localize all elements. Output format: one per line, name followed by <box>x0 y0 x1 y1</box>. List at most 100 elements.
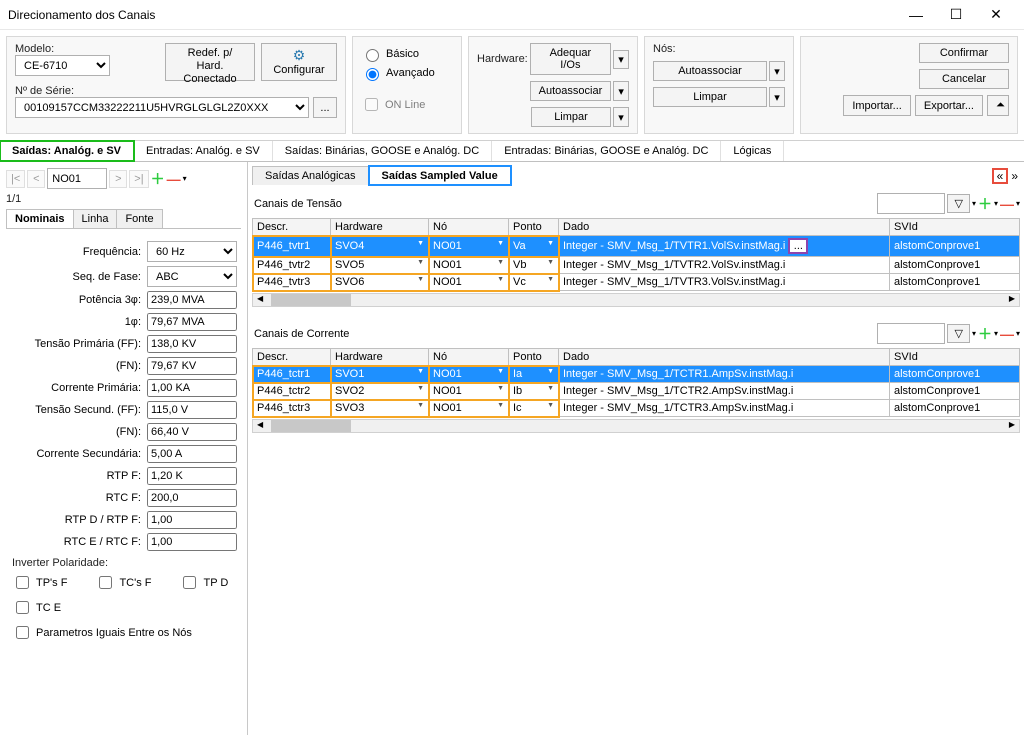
tensao-filter-button[interactable]: ▽ <box>947 194 969 213</box>
tps-f-checkbox[interactable] <box>16 576 29 589</box>
tab-entradas-analog-sv[interactable]: Entradas: Analóg. e SV <box>134 141 273 161</box>
cell-no[interactable]: NO01▼ <box>429 383 509 400</box>
cell-dado[interactable]: Integer - SMV_Msg_1/TVTR2.VolSv.instMag.… <box>559 257 890 274</box>
col-hardware[interactable]: Hardware <box>331 219 429 236</box>
cell-dado[interactable]: Integer - SMV_Msg_1/TVTR3.VolSv.instMag.… <box>559 274 890 291</box>
col-ponto[interactable]: Ponto <box>509 349 559 366</box>
cell-ponto[interactable]: Ib▼ <box>509 383 559 400</box>
hw-limpar-button[interactable]: Limpar <box>531 107 611 127</box>
nos-limpar-dropdown[interactable]: ▾ <box>769 87 785 107</box>
cell-dado[interactable]: Integer - SMV_Msg_1/TCTR3.AmpSv.instMag.… <box>559 400 890 417</box>
collapse-left-button[interactable]: « <box>993 169 1008 183</box>
adequar-ios-dropdown[interactable]: ▾ <box>613 50 629 69</box>
tab-saidas-binarias[interactable]: Saídas: Binárias, GOOSE e Analóg. DC <box>273 141 492 161</box>
cell-descr[interactable]: P446_tctr3 <box>253 400 331 417</box>
hw-limpar-dropdown[interactable]: ▾ <box>613 107 629 127</box>
cell-svid[interactable]: alstomConprove1 <box>890 400 1020 417</box>
tpff-input[interactable] <box>147 335 237 353</box>
col-ponto[interactable]: Ponto <box>509 219 559 236</box>
serial-select[interactable]: 00109157CCM33222211U5HVRGLGLGL2Z0XXX <box>15 97 309 118</box>
cell-descr[interactable]: P446_tvtr3 <box>253 274 331 291</box>
cell-no[interactable]: NO01▼ <box>429 274 509 291</box>
cs-input[interactable] <box>147 445 237 463</box>
model-select[interactable]: CE-6710 <box>15 55 110 76</box>
cell-svid[interactable]: alstomConprove1 <box>890 257 1020 274</box>
importar-button[interactable]: Importar... <box>843 95 911 116</box>
corrente-remove-button[interactable]: — <box>1000 326 1014 342</box>
cell-hardware[interactable]: SVO5▼ <box>331 257 429 274</box>
cell-hardware[interactable]: SVO2▼ <box>331 383 429 400</box>
cell-no[interactable]: NO01▼ <box>429 257 509 274</box>
tab-logicas[interactable]: Lógicas <box>721 141 784 161</box>
radio-avancado[interactable] <box>366 68 379 81</box>
cancelar-button[interactable]: Cancelar <box>919 69 1009 89</box>
cell-descr[interactable]: P446_tvtr2 <box>253 257 331 274</box>
tensao-filter-input[interactable] <box>877 193 945 214</box>
tpfn-input[interactable] <box>147 357 237 375</box>
tsff-input[interactable] <box>147 401 237 419</box>
cell-dado[interactable]: Integer - SMV_Msg_1/TVTR1.VolSv.instMag.… <box>559 236 890 257</box>
table-row[interactable]: P446_tvtr1SVO4▼NO01▼Va▼Integer - SMV_Msg… <box>253 236 1020 257</box>
cell-dado[interactable]: Integer - SMV_Msg_1/TCTR1.AmpSv.instMag.… <box>559 366 890 383</box>
hw-autoassociar-button[interactable]: Autoassociar <box>530 81 612 101</box>
tensao-add-button[interactable]: ＋ <box>978 194 992 214</box>
confirmar-button[interactable]: Confirmar <box>919 43 1009 63</box>
tp-d-checkbox[interactable] <box>183 576 196 589</box>
subtab-fonte[interactable]: Fonte <box>116 209 162 228</box>
tab-saidas-analog-sv[interactable]: Saídas: Analóg. e SV <box>0 141 134 161</box>
node-next-button[interactable]: > <box>109 170 127 188</box>
cell-ponto[interactable]: Vb▼ <box>509 257 559 274</box>
corrente-scrollbar[interactable]: ◀▶ <box>252 419 1020 433</box>
cell-ponto[interactable]: Ia▼ <box>509 366 559 383</box>
adequar-ios-button[interactable]: Adequar I/Os <box>530 43 611 75</box>
tc-e-checkbox[interactable] <box>16 601 29 614</box>
cell-dado[interactable]: Integer - SMV_Msg_1/TCTR2.AmpSv.instMag.… <box>559 383 890 400</box>
grid-tensao[interactable]: Descr. Hardware Nó Ponto Dado SVId P446_… <box>252 218 1020 291</box>
cell-descr[interactable]: P446_tvtr1 <box>253 236 331 257</box>
col-no[interactable]: Nó <box>429 219 509 236</box>
col-descr[interactable]: Descr. <box>253 349 331 366</box>
expand-button[interactable]: ⏶ <box>987 95 1009 116</box>
cell-descr[interactable]: P446_tctr1 <box>253 366 331 383</box>
redef-hard-button[interactable]: Redef. p/ Hard. Conectado <box>165 43 255 81</box>
configurar-button[interactable]: ⚙ Configurar <box>261 43 337 81</box>
hw-autoassociar-dropdown[interactable]: ▾ <box>613 81 629 101</box>
collapse-right-button[interactable]: » <box>1009 169 1020 183</box>
dado-browse-button[interactable]: ... <box>788 238 808 254</box>
pot3-input[interactable] <box>147 291 237 309</box>
table-row[interactable]: P446_tctr1SVO1▼NO01▼Ia▼Integer - SMV_Msg… <box>253 366 1020 383</box>
table-row[interactable]: P446_tctr3SVO3▼NO01▼Ic▼Integer - SMV_Msg… <box>253 400 1020 417</box>
exportar-button[interactable]: Exportar... <box>915 95 983 116</box>
cell-hardware[interactable]: SVO4▼ <box>331 236 429 257</box>
node-prev-button[interactable]: < <box>27 170 45 188</box>
cell-svid[interactable]: alstomConprove1 <box>890 236 1020 257</box>
cell-no[interactable]: NO01▼ <box>429 366 509 383</box>
maximize-button[interactable]: ☐ <box>936 6 976 23</box>
table-row[interactable]: P446_tvtr2SVO5▼NO01▼Vb▼Integer - SMV_Msg… <box>253 257 1020 274</box>
corrente-remove-dd[interactable]: ▾ <box>1016 329 1020 338</box>
param-iguais-checkbox[interactable] <box>16 626 29 639</box>
col-dado[interactable]: Dado <box>559 349 890 366</box>
tensao-add-dd[interactable]: ▾ <box>994 199 998 208</box>
col-hardware[interactable]: Hardware <box>331 349 429 366</box>
seq-select[interactable]: ABC <box>147 266 237 287</box>
nos-autoassociar-button[interactable]: Autoassociar <box>653 61 767 81</box>
node-last-button[interactable]: >| <box>129 170 148 188</box>
cell-hardware[interactable]: SVO3▼ <box>331 400 429 417</box>
tsfn-input[interactable] <box>147 423 237 441</box>
cell-svid[interactable]: alstomConprove1 <box>890 383 1020 400</box>
nos-autoassociar-dropdown[interactable]: ▾ <box>769 61 785 81</box>
tensao-scrollbar[interactable]: ◀▶ <box>252 293 1020 307</box>
col-dado[interactable]: Dado <box>559 219 890 236</box>
col-descr[interactable]: Descr. <box>253 219 331 236</box>
tensao-remove-button[interactable]: — <box>1000 196 1014 212</box>
cell-hardware[interactable]: SVO6▼ <box>331 274 429 291</box>
rtce-input[interactable] <box>147 533 237 551</box>
corrente-filter-dd[interactable]: ▾ <box>972 329 976 338</box>
cell-ponto[interactable]: Ic▼ <box>509 400 559 417</box>
col-no[interactable]: Nó <box>429 349 509 366</box>
col-svid[interactable]: SVId <box>890 349 1020 366</box>
node-first-button[interactable]: |< <box>6 170 25 188</box>
cell-ponto[interactable]: Va▼ <box>509 236 559 257</box>
subtab-linha[interactable]: Linha <box>73 209 118 228</box>
